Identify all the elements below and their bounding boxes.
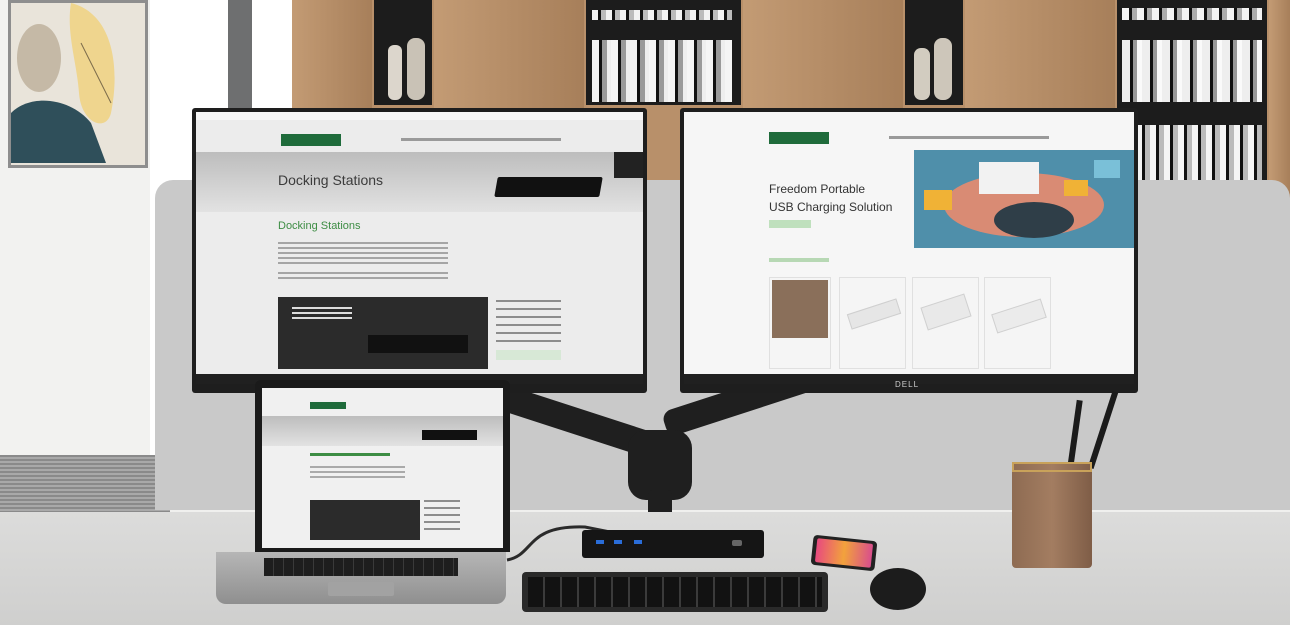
body-text (278, 242, 448, 264)
mouse (870, 568, 926, 610)
section-title: Docking Stations (278, 220, 361, 232)
dock-product-image (494, 177, 603, 197)
hero-line-1: Freedom Portable (769, 182, 866, 196)
right-monitor-screen: Freedom Portable USB Charging Solution (684, 112, 1134, 374)
product-card-1[interactable] (769, 277, 831, 369)
docking-station (582, 530, 764, 558)
left-monitor: Docking Stations Docking Stations (192, 108, 647, 393)
laptop-base (216, 552, 506, 604)
left-monitor-screen: Docking Stations Docking Stations (196, 112, 643, 374)
site-logo (281, 134, 341, 146)
site-logo-right (769, 132, 829, 144)
keyboard (522, 572, 828, 612)
laptop-keyboard (264, 558, 458, 576)
laptop-screen (262, 388, 503, 548)
product-card-3[interactable] (912, 277, 979, 369)
product-card-2[interactable] (839, 277, 906, 369)
wall-strip (228, 0, 252, 110)
monitor-brand: DELL (895, 380, 920, 389)
body-text-2 (278, 272, 448, 280)
hero-image (914, 150, 1134, 248)
pen-cup (1012, 462, 1092, 568)
right-monitor: Freedom Portable USB Charging Solution D… (680, 108, 1138, 393)
spec-button[interactable] (496, 350, 561, 360)
product-card-4[interactable] (984, 277, 1051, 369)
hero-text: Docking Stations (278, 172, 384, 188)
usb-port-1 (596, 540, 604, 544)
dock-power-button (732, 540, 742, 546)
usb-port-3 (634, 540, 642, 544)
usb-port-2 (614, 540, 622, 544)
hero-device (614, 152, 643, 178)
site-nav (401, 138, 561, 141)
desk-scene: Docking Stations Docking Stations Freedo… (0, 0, 1290, 625)
tab-bar (769, 258, 829, 262)
spec-list (496, 300, 561, 345)
promo-panel (278, 297, 488, 369)
site-nav-right (889, 136, 1049, 139)
hero-button[interactable] (769, 220, 811, 228)
wall-artwork (8, 0, 148, 168)
laptop-trackpad (328, 582, 394, 596)
laptop (255, 380, 510, 552)
hero-line-2: USB Charging Solution (769, 200, 893, 214)
